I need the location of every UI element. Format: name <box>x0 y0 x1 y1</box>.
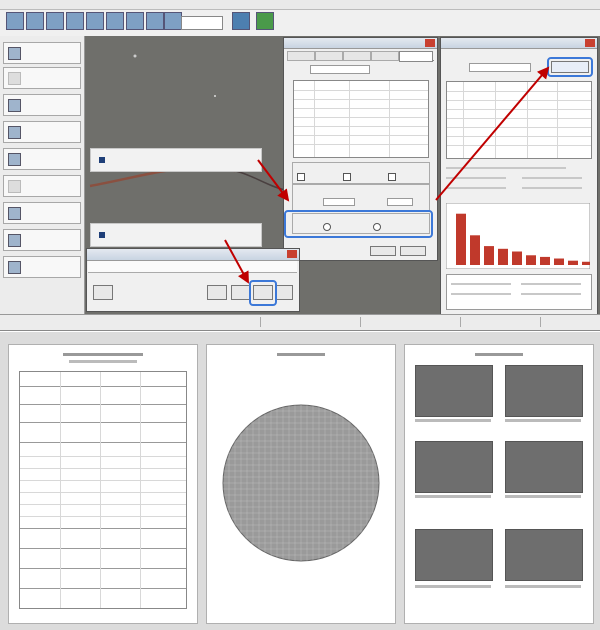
particle-image-thumb <box>415 365 493 417</box>
particle-image-thumb <box>505 529 583 581</box>
status-bar <box>0 314 600 330</box>
annotation-arrows <box>224 66 550 284</box>
status-divider <box>360 317 362 327</box>
particle-image-thumb <box>505 441 583 493</box>
particle-image-thumb <box>415 441 493 493</box>
report-page-overview[interactable] <box>206 344 396 624</box>
status-divider <box>540 317 542 327</box>
status-divider <box>260 317 262 327</box>
filter-membrane-grid <box>222 404 380 562</box>
report-page-summary[interactable] <box>8 344 198 624</box>
status-divider <box>460 317 462 327</box>
particle-image-thumb <box>415 529 493 581</box>
report-preview <box>0 332 600 630</box>
particle-image-thumb <box>505 365 583 417</box>
report-summary-table <box>19 371 187 609</box>
report-page-images[interactable] <box>404 344 594 624</box>
application-window <box>0 0 600 331</box>
